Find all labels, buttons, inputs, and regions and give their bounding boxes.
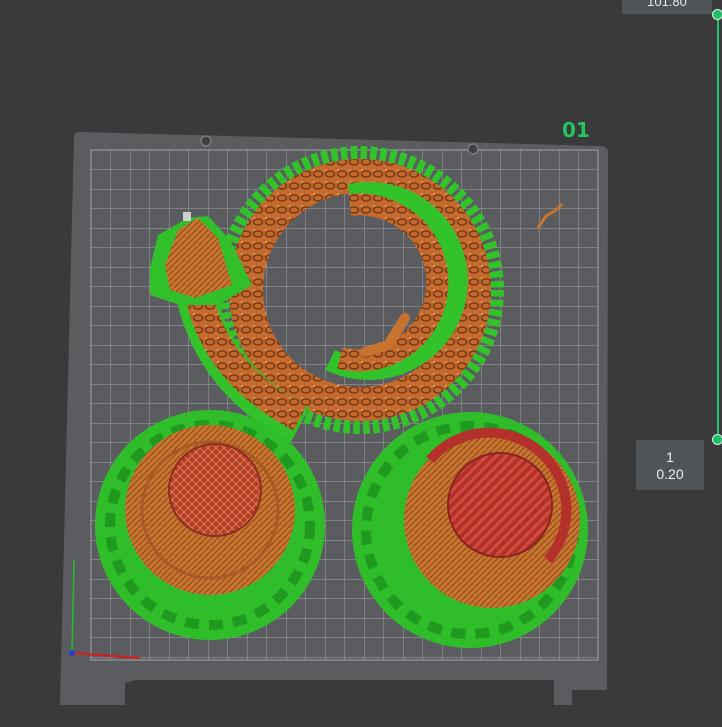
plate-number-label: 01 xyxy=(562,118,590,142)
layer-slider-bottom-handle[interactable] xyxy=(712,434,722,445)
layer-slider-track[interactable] xyxy=(717,14,719,440)
3d-viewport[interactable] xyxy=(0,0,722,722)
bottom-layer-info: 1 0.20 xyxy=(636,440,704,490)
right-part-model[interactable] xyxy=(352,412,588,648)
left-part-model[interactable] xyxy=(95,410,325,640)
top-layer-height-label: 101.80 xyxy=(622,0,712,14)
bottom-layer-height: 0.20 xyxy=(656,466,684,482)
layer-slider-top-handle[interactable] xyxy=(712,9,722,20)
bottom-layer-number: 1 xyxy=(666,449,674,465)
